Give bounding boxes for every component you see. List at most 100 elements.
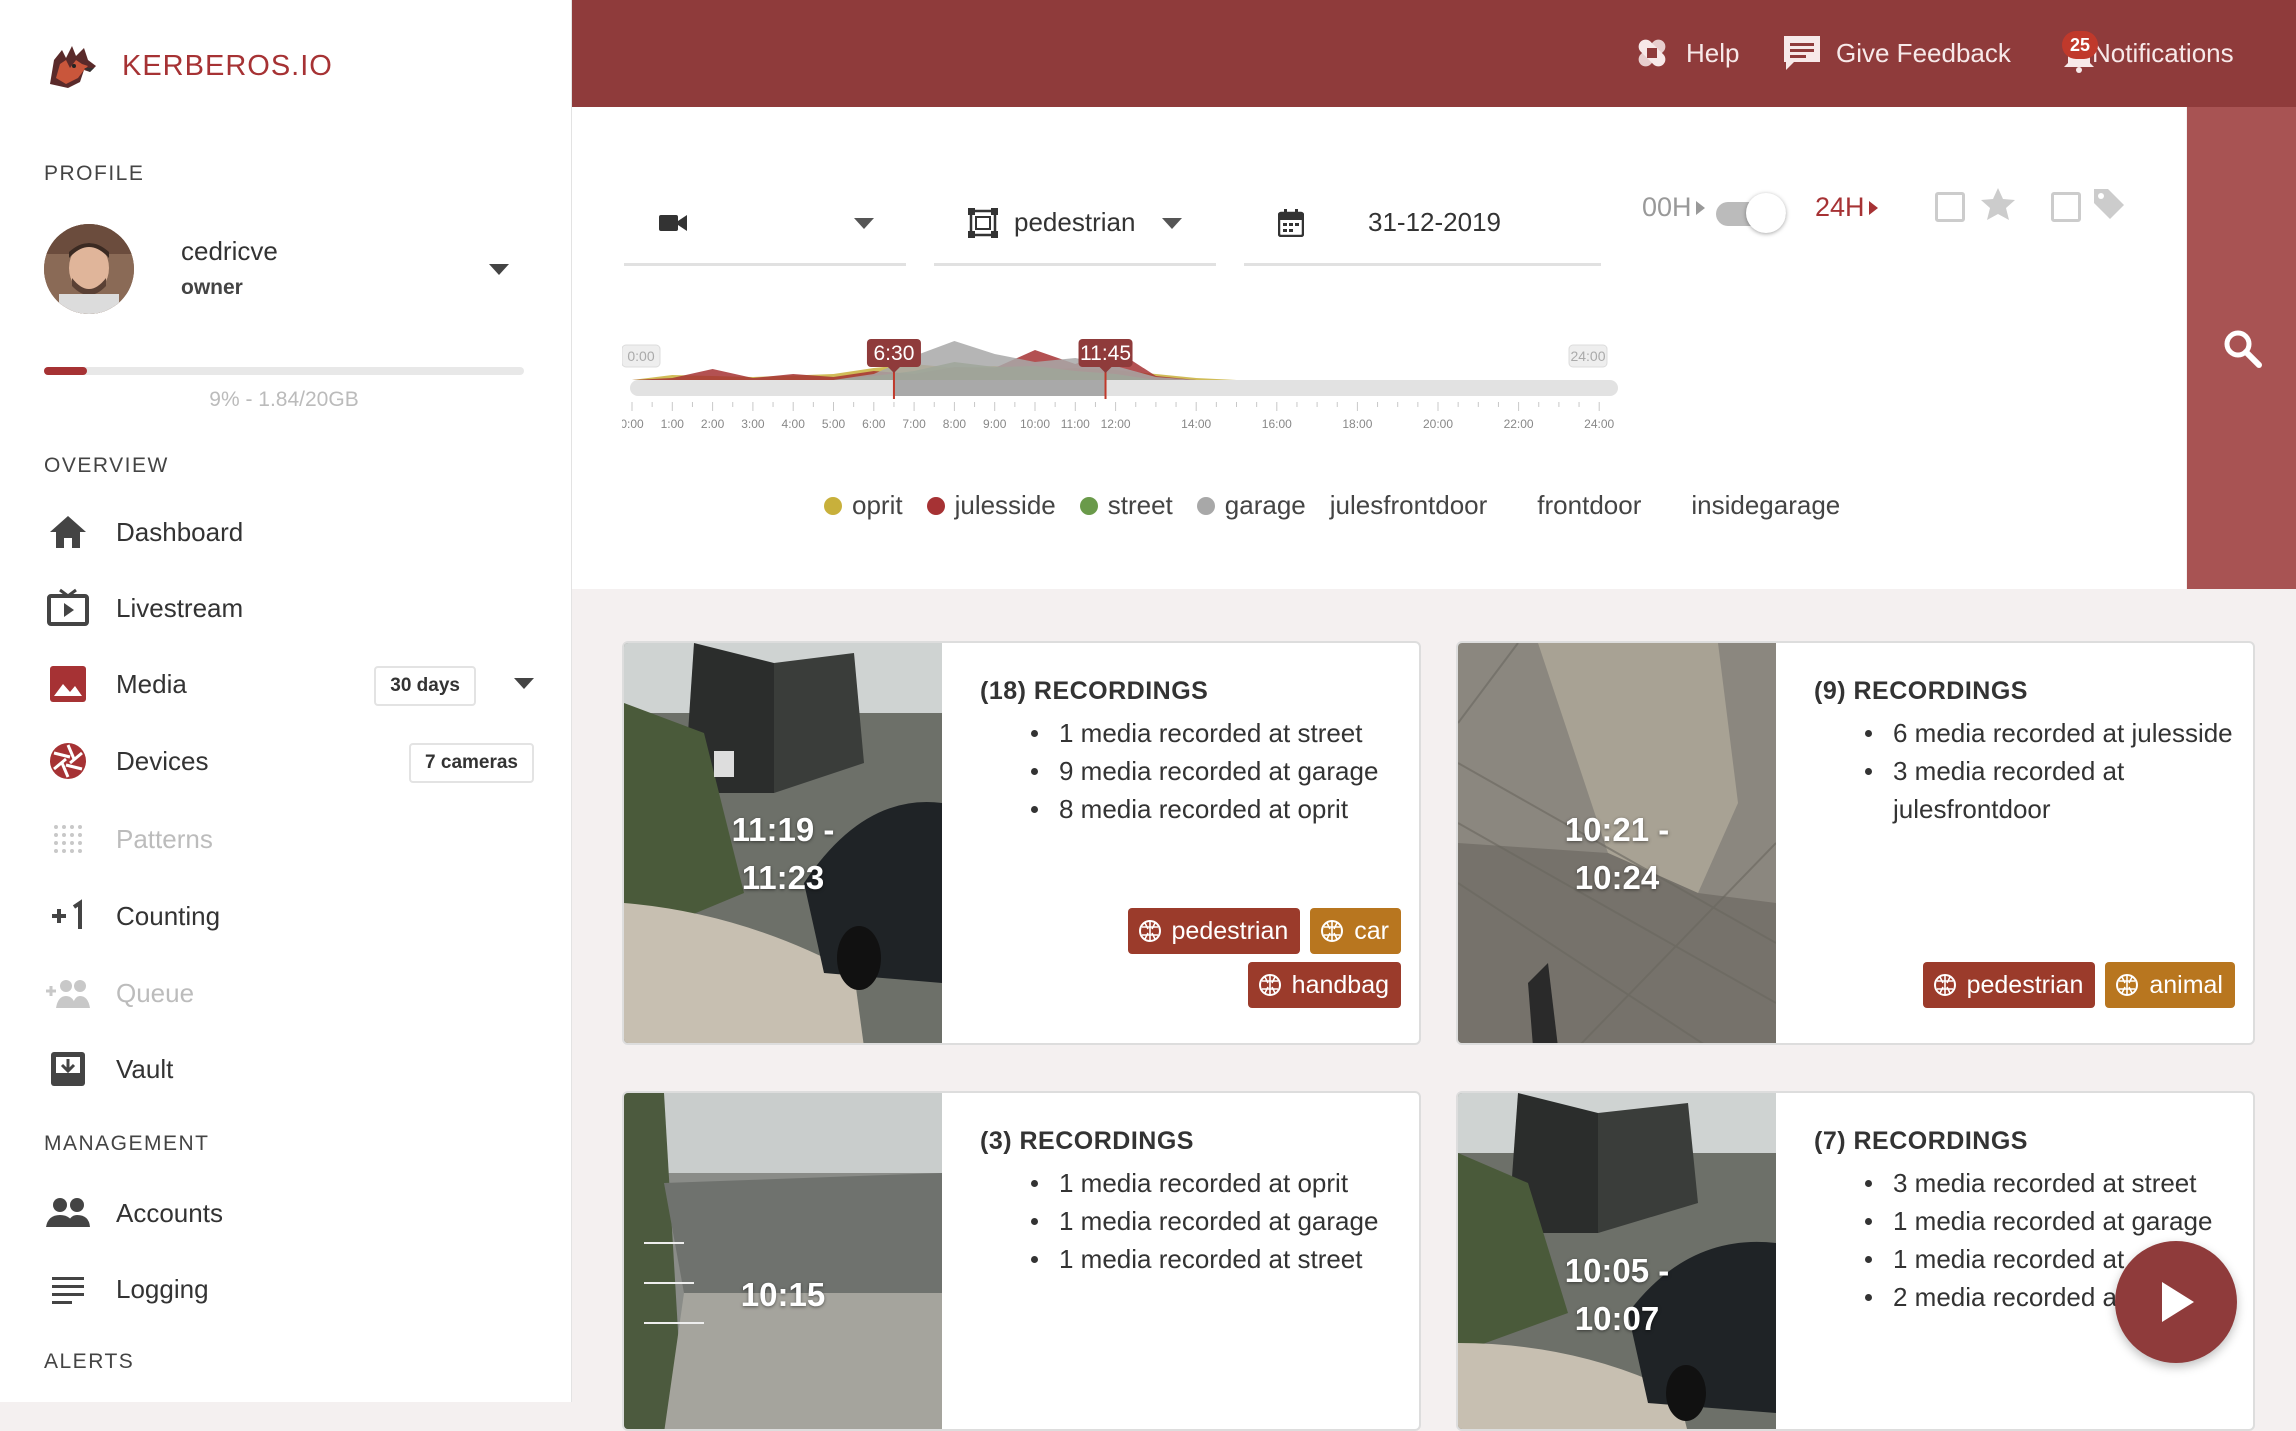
legend-item-julesfrontdoor[interactable]: julesfrontdoor: [1330, 490, 1488, 521]
recording-thumbnail[interactable]: 11:19 - 11:23: [624, 643, 942, 1043]
tag-pedestrian[interactable]: pedestrian: [1922, 962, 2096, 1008]
tag-car[interactable]: car: [1310, 908, 1401, 954]
recording-time-end: 10:07: [1574, 1300, 1660, 1337]
nav-media[interactable]: Media 30 days: [44, 658, 534, 710]
recording-card[interactable]: 10:21 - 10:24 (9) RECORDINGS 6 media rec…: [1456, 641, 2255, 1045]
recording-camera-item: 8 media recorded at oprit: [1031, 790, 1400, 828]
profile-dropdown-caret-icon[interactable]: [489, 264, 509, 275]
image-icon: [44, 660, 92, 708]
devices-count-badge[interactable]: 7 cameras: [409, 743, 534, 783]
recording-card[interactable]: 11:19 - 11:23 (18) RECORDINGS 1 media re…: [622, 641, 1421, 1045]
avatar[interactable]: [44, 224, 134, 314]
favorite-filter-checkbox[interactable]: [1935, 192, 1965, 222]
recording-camera-item: 1 media recorded at street: [1031, 1240, 1400, 1278]
svg-text:11:45: 11:45: [1080, 342, 1131, 365]
profile-section-label: PROFILE: [44, 162, 145, 185]
legend-marker: [1079, 496, 1098, 515]
tag-label: pedestrian: [1966, 970, 2084, 999]
tv-play-icon: [44, 584, 92, 632]
nav-counting[interactable]: Counting: [44, 890, 534, 942]
timeline-selection[interactable]: [893, 380, 1106, 396]
recording-thumbnail[interactable]: 10:05 - 10:07: [1458, 1093, 1776, 1429]
play-icon: [2162, 1282, 2194, 1322]
timeline-tick-label: 9:00: [983, 417, 1007, 431]
tag-label: handbag: [1291, 970, 1389, 999]
search-button[interactable]: [2187, 107, 2296, 589]
media-retention-badge[interactable]: 30 days: [374, 666, 476, 706]
legend-label: garage: [1224, 490, 1306, 520]
date-picker[interactable]: 31-12-2019: [1244, 182, 1601, 266]
legend-item-street[interactable]: street: [1079, 490, 1173, 521]
storage-progress-bar: [44, 367, 524, 375]
timeline-tick-label: 14:00: [1181, 417, 1211, 431]
nav-dashboard[interactable]: Dashboard: [44, 506, 534, 558]
camera-dropdown-caret-icon: [854, 218, 874, 229]
recording-tags: pedestrian animal: [1815, 962, 2235, 1008]
home-icon: [44, 508, 92, 556]
alerts-section-label: ALERTS: [44, 1350, 135, 1373]
legend-item-julesside[interactable]: julesside: [926, 490, 1056, 521]
avatar-photo: [44, 224, 134, 314]
nav-queue[interactable]: Queue: [44, 967, 534, 1019]
help-label: Help: [1686, 37, 1740, 68]
legend-item-insidegarage[interactable]: insidegarage: [1691, 490, 1840, 521]
play-button[interactable]: [2115, 1241, 2237, 1363]
hour-end-arrow-icon: [1868, 200, 1878, 215]
hour-range-toggle[interactable]: [1716, 193, 1788, 233]
recording-count-title: (9) RECORDINGS: [1814, 677, 2028, 705]
notifications-link[interactable]: 25 Notifications: [2062, 30, 2234, 76]
recording-thumbnail[interactable]: 10:15: [624, 1093, 942, 1429]
nav-accounts[interactable]: Accounts: [44, 1187, 534, 1239]
hour-end-control[interactable]: 24H: [1815, 192, 1878, 223]
nav-livestream[interactable]: Livestream: [44, 582, 534, 634]
legend-item-oprit[interactable]: oprit: [824, 490, 903, 521]
timeline-track[interactable]: [630, 380, 1618, 396]
help-link[interactable]: Help: [1632, 30, 1739, 76]
timeline-chart[interactable]: 6:30 11:45 0:00 24:00 0:00 1:00 2:00 3:00 4:00 5:…: [622, 327, 2132, 587]
timeline-end-pill: 24:00: [1568, 344, 1608, 368]
recording-camera-list: 1 media recorded at street 9 media recor…: [980, 714, 1400, 828]
profile-role: owner: [181, 276, 243, 299]
timeline-tick-label: 6:00: [862, 417, 886, 431]
give-feedback-link[interactable]: Give Feedback: [1782, 30, 2011, 76]
timeline-tick-label: 3:00: [741, 417, 765, 431]
svg-text:6:30: 6:30: [874, 342, 915, 365]
legend-item-frontdoor[interactable]: frontdoor: [1537, 490, 1641, 521]
toggle-knob: [1746, 193, 1786, 233]
recording-time-start: 10:21 -: [1564, 811, 1670, 848]
bandage-help-icon: [1638, 39, 1666, 67]
bounding-box-icon: [968, 207, 998, 238]
recording-thumbnail[interactable]: 10:21 - 10:24: [1458, 643, 1776, 1043]
profile-name: cedricve: [181, 236, 278, 266]
legend-item-garage[interactable]: garage: [1196, 490, 1306, 521]
hour-end-label: 24H: [1815, 192, 1865, 222]
label-filter-checkbox[interactable]: [2051, 192, 2081, 222]
media-dropdown-caret-icon[interactable]: [514, 678, 534, 689]
tag-pedestrian[interactable]: pedestrian: [1127, 908, 1301, 954]
give-feedback-label: Give Feedback: [1836, 37, 2011, 68]
brain-icon: [1321, 920, 1344, 942]
recording-card[interactable]: 10:15 (3) RECORDINGS 1 media recorded at…: [622, 1091, 1421, 1431]
recording-count-title: (3) RECORDINGS: [980, 1127, 1194, 1155]
star-icon: [1981, 188, 2015, 220]
hour-start-control[interactable]: 00H: [1642, 192, 1705, 223]
timeline-start-pill: 0:00: [622, 344, 661, 368]
app-name: KERBEROS.IO: [122, 49, 333, 82]
timeline-tick-label: 2:00: [701, 417, 725, 431]
camera-select[interactable]: [624, 182, 906, 266]
recording-time: 10:15: [740, 1276, 826, 1313]
nav-patterns[interactable]: Patterns: [44, 813, 534, 865]
tag-label: animal: [2149, 970, 2223, 999]
recording-camera-item: 1 media recorded at oprit: [1031, 1164, 1400, 1202]
classification-dropdown-caret-icon: [1162, 218, 1182, 229]
nav-logging[interactable]: Logging: [44, 1263, 534, 1315]
management-section-label: MANAGEMENT: [44, 1132, 210, 1155]
classification-select[interactable]: pedestrian: [934, 182, 1216, 266]
app-logo[interactable]: KERBEROS.IO: [44, 36, 333, 96]
dots-grid-icon: [44, 815, 92, 863]
nav-devices[interactable]: Devices 7 cameras: [44, 735, 534, 787]
tag-animal[interactable]: animal: [2105, 962, 2235, 1008]
tag-handbag[interactable]: handbag: [1247, 962, 1401, 1008]
nav-vault[interactable]: Vault: [44, 1043, 534, 1095]
recording-count-title: (7) RECORDINGS: [1814, 1127, 2028, 1155]
